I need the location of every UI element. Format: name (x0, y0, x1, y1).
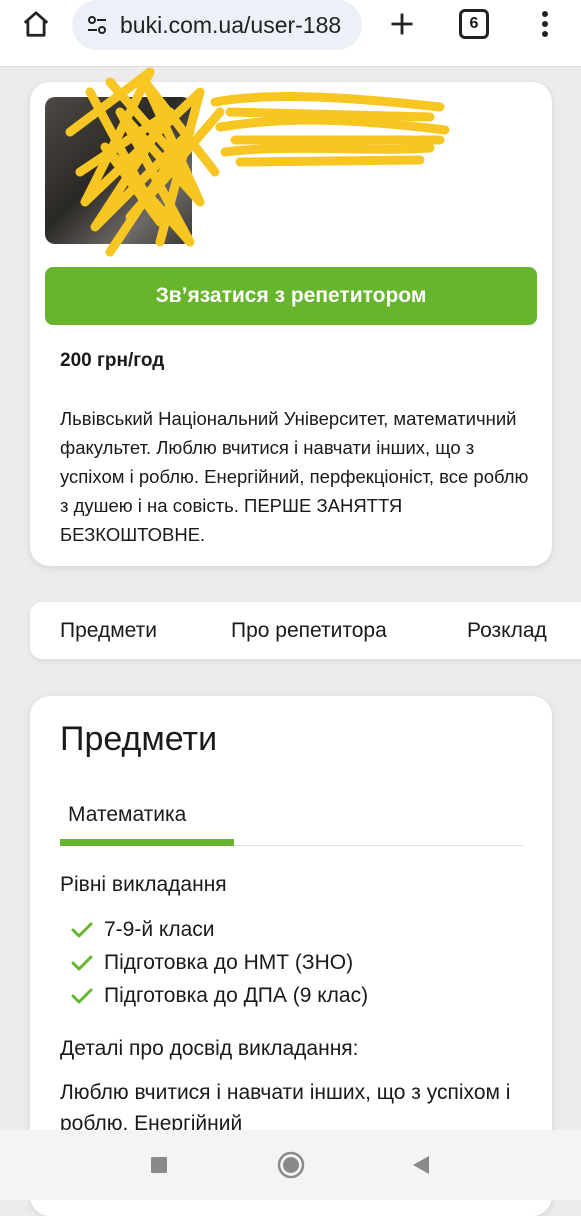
tab-count: 6 (469, 15, 479, 32)
active-subject-indicator (60, 839, 234, 846)
recents-button[interactable] (142, 1148, 176, 1182)
system-nav-bar (0, 1130, 581, 1200)
home-icon (23, 11, 49, 37)
level-item: Підготовка до ДПА (9 клас) (68, 979, 368, 1012)
subject-tab-math[interactable]: Математика (68, 803, 186, 827)
check-icon (68, 949, 96, 977)
tab-schedule[interactable]: Розклад (467, 619, 547, 643)
address-bar[interactable]: buki.com.ua/user-188 (72, 0, 362, 50)
tutor-bio: Львівський Національний Університет, мат… (60, 408, 529, 545)
section-tabs: Предмети Про репетитора Розклад (30, 602, 581, 659)
system-home-button[interactable] (274, 1148, 308, 1182)
level-label: Підготовка до ДПА (9 клас) (104, 983, 369, 1007)
tab-switcher-button[interactable]: 6 (459, 9, 489, 39)
subjects-title: Предмети (60, 720, 218, 758)
tab-about-tutor[interactable]: Про репетитора (231, 619, 387, 643)
details-heading: Деталі про досвід викладання: (60, 1037, 359, 1060)
home-button[interactable] (14, 4, 58, 44)
back-button[interactable] (404, 1148, 438, 1182)
more-menu-button[interactable] (528, 4, 562, 44)
home-circle-icon (277, 1151, 305, 1179)
levels-list: 7-9-й класи Підготовка до НМТ (ЗНО) Підг… (68, 913, 368, 1012)
check-icon (68, 916, 96, 944)
level-item: 7-9-й класи (68, 913, 368, 946)
avatar (45, 97, 192, 244)
contact-tutor-button[interactable]: Зв’язатися з репетитором (45, 267, 537, 325)
level-item: Підготовка до НМТ (ЗНО) (68, 946, 368, 979)
site-settings-icon[interactable] (84, 12, 110, 38)
tab-subjects[interactable]: Предмети (60, 619, 157, 643)
plus-icon (391, 13, 413, 35)
price-per-hour: 200 грн/год (60, 350, 165, 371)
level-label: Підготовка до НМТ (ЗНО) (104, 950, 354, 974)
back-icon (413, 1156, 429, 1174)
url-text: buki.com.ua/user-188 (120, 11, 342, 38)
check-icon (68, 982, 96, 1010)
levels-heading: Рівні викладання (60, 873, 227, 896)
new-tab-button[interactable] (380, 2, 424, 46)
recents-icon (151, 1157, 167, 1173)
level-label: 7-9-й класи (104, 917, 215, 941)
profile-card: Зв’язатися з репетитором 200 грн/год Льв… (30, 67, 552, 566)
more-vert-icon (542, 11, 548, 37)
browser-toolbar: buki.com.ua/user-188 6 (0, 0, 581, 67)
